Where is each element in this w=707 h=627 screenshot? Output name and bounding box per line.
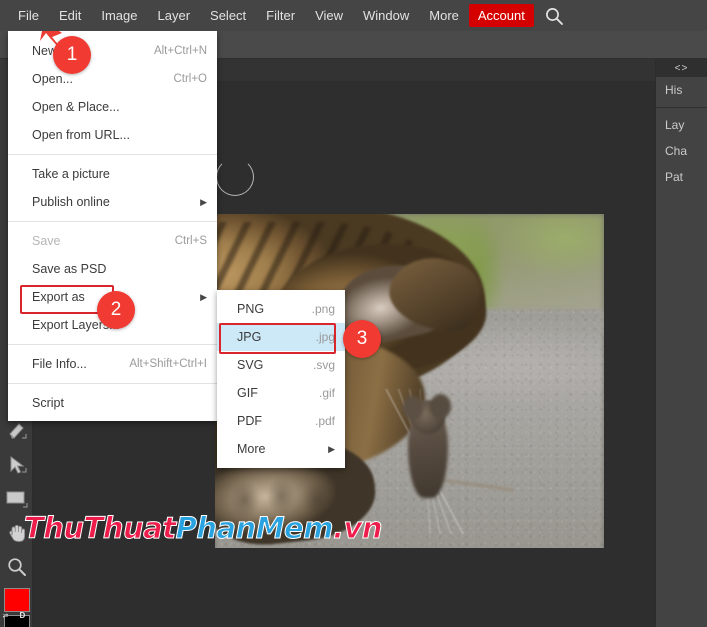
submenu-item-jpg[interactable]: JPG .jpg — [217, 323, 345, 354]
menu-image[interactable]: Image — [91, 4, 147, 27]
submenu-item-png[interactable]: PNG .png — [217, 295, 345, 323]
submenu-item-gif-ext: .gif — [318, 386, 335, 400]
menu-divider — [8, 154, 217, 155]
callout-badge-1: 1 — [53, 36, 91, 74]
right-panels-dock: <> His Lay Cha Pat — [655, 59, 707, 627]
menu-item-take-a-picture[interactable]: Take a picture — [8, 160, 217, 188]
chevron-right-icon: ▶ — [200, 291, 207, 302]
menu-item-open-and-place-label: Open & Place... — [32, 100, 120, 114]
submenu-item-jpg-label: JPG — [237, 330, 262, 344]
panel-tab-channels[interactable]: Cha — [656, 138, 707, 164]
menu-divider — [8, 383, 217, 384]
chevron-right-icon: ▶ — [328, 443, 335, 454]
menu-item-save-as-psd[interactable]: Save as PSD — [8, 255, 217, 283]
menu-select[interactable]: Select — [200, 4, 256, 27]
menu-item-publish-online[interactable]: Publish online ▶ — [8, 188, 217, 216]
main-menu-bar: File Edit Image Layer Select Filter View… — [0, 0, 707, 31]
submenu-item-more[interactable]: More ▶ — [217, 435, 345, 463]
photo-mouse-ear-left — [403, 396, 423, 420]
submenu-item-svg-ext: .svg — [312, 358, 335, 372]
direct-selection-tool-icon[interactable] — [2, 448, 32, 482]
chevron-right-icon: ▶ — [200, 196, 207, 207]
menu-item-open-from-url-label: Open from URL... — [32, 128, 130, 142]
submenu-item-gif-label: GIF — [237, 386, 258, 400]
submenu-item-png-ext: .png — [311, 302, 335, 316]
menu-item-open-and-place[interactable]: Open & Place... — [8, 93, 217, 121]
menu-layer[interactable]: Layer — [148, 4, 201, 27]
menu-item-open[interactable]: Open... Ctrl+O — [8, 65, 217, 93]
panel-tab-layers[interactable]: Lay — [656, 112, 707, 138]
watermark-part-3: .vn — [332, 511, 383, 546]
submenu-item-pdf-ext: .pdf — [314, 414, 335, 428]
panel-tab-paths[interactable]: Pat — [656, 164, 707, 190]
menu-item-save: Save Ctrl+S — [8, 227, 217, 255]
brush-cursor-icon — [216, 158, 254, 196]
panel-tab-history[interactable]: His — [656, 77, 707, 103]
menu-item-script[interactable]: Script — [8, 389, 217, 417]
menu-more[interactable]: More — [419, 4, 469, 27]
menu-filter[interactable]: Filter — [256, 4, 305, 27]
submenu-item-pdf-label: PDF — [237, 414, 262, 428]
menu-item-new-shortcut: Alt+Ctrl+N — [153, 45, 207, 57]
submenu-item-svg-label: SVG — [237, 358, 264, 372]
watermark-part-1: ThuThuat — [24, 511, 177, 546]
menu-view[interactable]: View — [305, 4, 353, 27]
menu-item-export-as-label: Export as — [32, 290, 85, 304]
menu-edit[interactable]: Edit — [49, 4, 91, 27]
foreground-color-swatch[interactable] — [3, 588, 30, 612]
submenu-item-png-label: PNG — [237, 302, 265, 316]
menu-item-save-shortcut: Ctrl+S — [174, 235, 207, 247]
menu-window[interactable]: Window — [353, 4, 419, 27]
menu-item-open-label: Open... — [32, 72, 73, 86]
menu-divider — [8, 221, 217, 222]
submenu-item-gif[interactable]: GIF .gif — [217, 379, 345, 407]
menu-item-file-info[interactable]: File Info... Alt+Shift+Ctrl+I — [8, 350, 217, 378]
menu-item-open-shortcut: Ctrl+O — [173, 73, 207, 85]
callout-badge-3: 3 — [343, 320, 381, 358]
default-colors-icon[interactable]: D — [20, 611, 26, 620]
color-swatches[interactable]: ⇄ D — [2, 588, 32, 627]
collapse-panels-button[interactable]: <> — [656, 59, 707, 77]
photopea-app-window: File Edit Image Layer Select Filter View… — [0, 0, 707, 627]
watermark: ThuThuatPhanMem.vn — [24, 511, 384, 546]
file-dropdown-menu: New... Alt+Ctrl+N Open... Ctrl+O Open & … — [8, 31, 217, 421]
swap-colors-icon[interactable]: ⇄ — [3, 612, 9, 620]
menu-item-open-from-url[interactable]: Open from URL... — [8, 121, 217, 149]
export-as-submenu: PNG .png JPG .jpg SVG .svg GIF .gif PDF … — [217, 290, 345, 468]
callout-badge-2: 2 — [97, 291, 135, 329]
menu-item-file-info-shortcut: Alt+Shift+Ctrl+I — [129, 358, 207, 370]
menu-file[interactable]: File — [8, 4, 49, 27]
menu-item-file-info-label: File Info... — [32, 357, 87, 371]
menu-item-publish-online-label: Publish online — [32, 195, 110, 209]
panel-divider — [656, 107, 707, 108]
submenu-item-more-label: More — [237, 442, 266, 456]
submenu-item-jpg-ext: .jpg — [315, 330, 335, 344]
photo-mouse-ear-right — [430, 394, 451, 419]
zoom-tool-icon[interactable] — [2, 550, 32, 584]
search-icon[interactable] — [544, 5, 566, 27]
menu-account-button[interactable]: Account — [468, 4, 534, 27]
submenu-item-pdf[interactable]: PDF .pdf — [217, 407, 345, 435]
menu-item-script-label: Script — [32, 396, 64, 410]
menu-item-save-label: Save — [32, 234, 61, 248]
submenu-item-svg[interactable]: SVG .svg — [217, 351, 345, 379]
watermark-part-2: PhanMem — [175, 511, 334, 546]
menu-item-take-a-picture-label: Take a picture — [32, 167, 110, 181]
menu-divider — [8, 344, 217, 345]
menu-item-save-as-psd-label: Save as PSD — [32, 262, 107, 276]
